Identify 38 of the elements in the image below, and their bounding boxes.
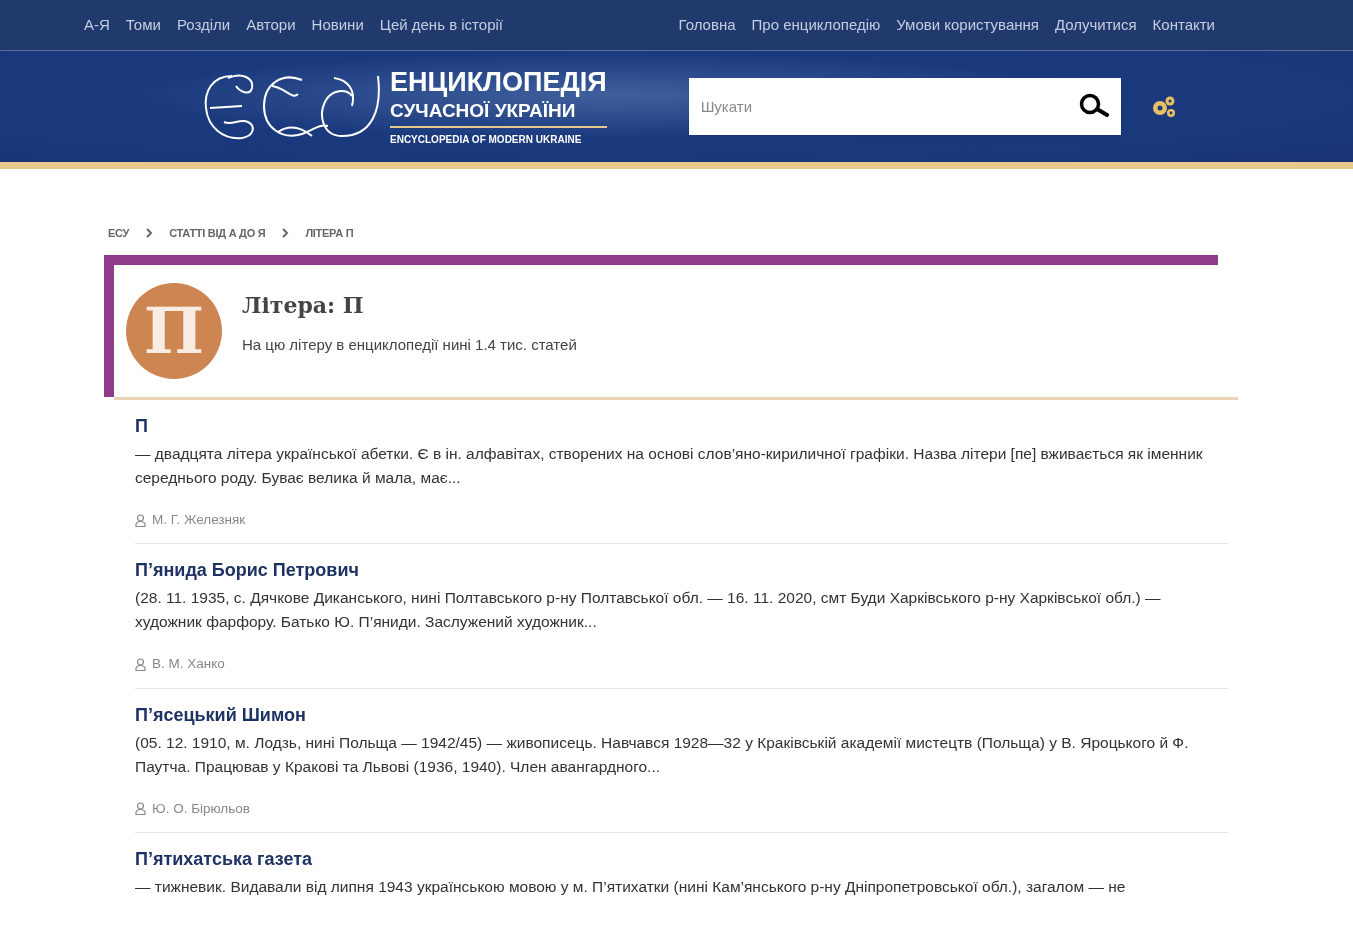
nav-link[interactable]: Про енциклопедію [751, 13, 881, 37]
chevron-icon [145, 228, 154, 238]
breadcrumb-link[interactable]: ЕСУ [108, 224, 130, 242]
nav-link[interactable]: Умови користування [896, 13, 1039, 37]
nav-link[interactable]: Цей день в історії [379, 13, 503, 37]
article-title[interactable]: П’ятихатська газета [135, 846, 1228, 871]
article-summary: — тижневик. Видавали від липня 1943 українською мовою у м. П’ятихатки (нині Кам’янського р-ну Дніпропетровської обл.), загалом — не [135, 876, 1127, 897]
nav-link[interactable]: Головна [678, 13, 736, 37]
nav-link[interactable]: Розділи [176, 13, 231, 37]
nav-link[interactable]: Томи [125, 13, 161, 37]
article-summary: (28. 11. 1935, с. Дячкове Диканського, нині Полтавського р-ну Полтавської обл. — 16. 11. 2020, смт Буди Харківського р-ну Харківської обл.) — художник фарфору. Батько Ю. П’яниди. Заслужений художник... [135, 588, 1162, 633]
article-summary: (05. 12. 1910, м. Лодзь, нині Польща — 1942/45) — живописець. Навчався 1928—32 у Краківській академії мистецтв (Польща) у В. Яроцького й Ф. Паутча. Працював у Кракові та Львові (1936, 1940). Член авангардного... [135, 732, 1190, 777]
breadcrumb-link[interactable]: ЛІТЕРА П [305, 224, 354, 242]
logo-english: ENCYCLOPEDIA OF MODERN UKRAINE [390, 133, 583, 147]
nav-link[interactable]: А-Я [84, 13, 110, 37]
article-title[interactable]: П [135, 414, 1228, 438]
letter-glyph: П [143, 299, 205, 363]
article-summary: — двадцята літера української абетки. Є в ін. алфавітах, створених на основі слов’яно-кириличної графіки. Назва літери [пе] вживається як іменник середнього роду. Буває велика й мала, має... [135, 444, 1204, 488]
breadcrumb-link[interactable]: СТАТТІ ВІД А ДО Я [169, 224, 266, 242]
author-link[interactable]: В. М. Ханко [152, 654, 225, 675]
article-title[interactable]: П’ясецький Шимон [135, 702, 1228, 727]
logo-title: ЕНЦИКЛОПЕДІЯ [390, 66, 607, 98]
author-link[interactable]: М. Г. Железняк [152, 510, 246, 531]
user-icon [135, 802, 146, 816]
letter-description: На цю літеру в енциклопедії нині 1.4 тис. статей [242, 335, 577, 356]
letter-heading: Літера: П [242, 291, 365, 321]
nav-link[interactable]: Контакти [1152, 13, 1215, 37]
author-link[interactable]: Ю. О. Бірюльов [152, 798, 250, 819]
nav-link[interactable]: Автори [246, 13, 296, 37]
user-icon [135, 657, 146, 671]
search-icon[interactable] [1078, 93, 1109, 119]
logo-subtitle: СУЧАСНОЇ УКРАЇНИ [390, 98, 607, 128]
search-field[interactable]: Шукати [688, 78, 1121, 135]
chevron-icon [281, 228, 290, 238]
user-icon [135, 513, 146, 527]
nav-link[interactable]: Новини [311, 13, 364, 37]
article-title[interactable]: П’янида Борис Петрович [135, 558, 1228, 583]
nav-link[interactable]: Долучитися [1054, 13, 1137, 37]
